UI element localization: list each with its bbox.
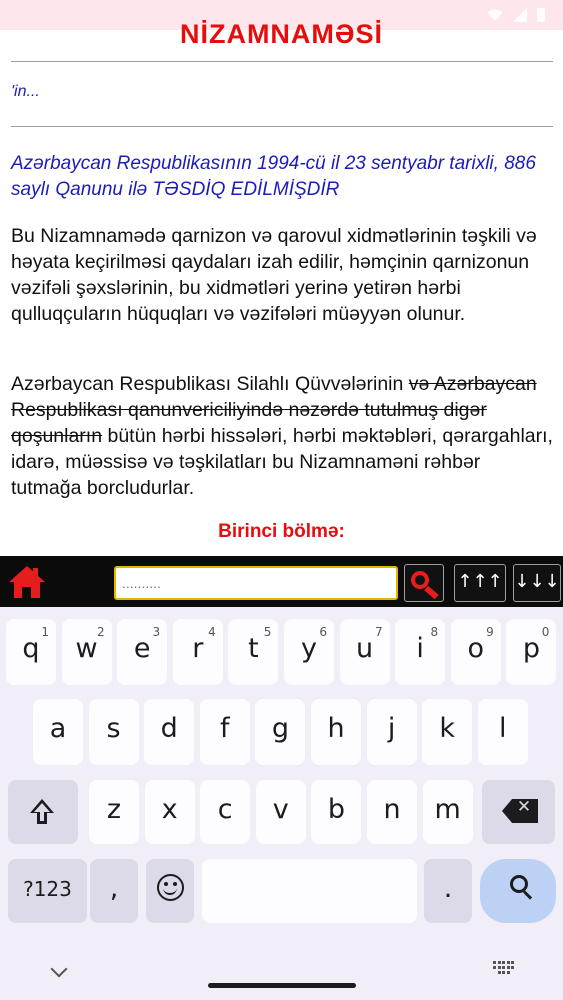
paragraph-text: Azərbaycan Respublikası Silahlı Qüvvələr… — [11, 373, 409, 395]
key-n-label: n — [383, 794, 401, 825]
key-g-label: g — [271, 713, 289, 744]
key-a-label: a — [49, 713, 67, 744]
comma-key-label: , — [109, 873, 119, 904]
key-e[interactable]: e3 — [117, 619, 168, 685]
comma-key[interactable]: , — [90, 859, 138, 923]
previous-match-button[interactable]: ↑↑↑ — [454, 564, 506, 602]
search-input[interactable] — [114, 566, 398, 600]
key-x[interactable]: x — [144, 780, 195, 844]
find-button[interactable] — [404, 564, 444, 602]
key-t[interactable]: t5 — [228, 619, 279, 685]
screen: NİZAMNAMƏSİ 'in... Azərbaycan Respublika… — [0, 0, 563, 1000]
keyboard-switch-icon[interactable] — [493, 961, 515, 975]
period-key[interactable]: . — [424, 859, 472, 923]
key-a[interactable]: a — [33, 699, 83, 765]
gesture-handle[interactable] — [208, 983, 356, 988]
key-f[interactable]: f — [199, 699, 250, 765]
key-z-label: z — [106, 794, 122, 825]
key-p[interactable]: p0 — [506, 619, 557, 685]
symbols-key-label: ?123 — [23, 877, 72, 901]
key-j-label: j — [387, 713, 396, 744]
key-i-hint: 8 — [430, 625, 439, 639]
home-button[interactable] — [9, 566, 45, 598]
hide-keyboard-chevron-icon[interactable] — [50, 960, 68, 978]
next-match-button[interactable]: ↓↓↓ — [513, 564, 561, 602]
paragraph-intro: Bu Nizamnamədə qarnizon və qarovul xidmə… — [11, 225, 537, 325]
section-heading: Birinci bölmə: — [218, 521, 345, 542]
key-d-label: d — [160, 713, 178, 744]
paragraph-scope: Azərbaycan Respublikası Silahlı Qüvvələr… — [11, 371, 556, 501]
key-z[interactable]: z — [89, 780, 139, 844]
key-u-hint: 7 — [374, 625, 383, 639]
document-author: 'in... — [11, 83, 40, 100]
document-view[interactable]: NİZAMNAMƏSİ 'in... Azərbaycan Respublika… — [0, 0, 563, 556]
key-b[interactable]: b — [311, 780, 362, 844]
shift-key[interactable] — [8, 780, 78, 844]
key-k-label: k — [439, 713, 455, 744]
key-w-hint: 2 — [96, 625, 105, 639]
soft-keyboard: q1w2e3r4t5y6u7i8o9p0 a s d f g h j k l ✕ z x c v b n m… — [0, 607, 563, 1000]
key-b-label: b — [327, 794, 345, 825]
key-s[interactable]: s — [88, 699, 139, 765]
key-c[interactable]: c — [200, 780, 251, 844]
document-title: NİZAMNAMƏSİ — [179, 19, 384, 49]
key-e-hint: 3 — [152, 625, 161, 639]
key-v-label: v — [272, 794, 289, 825]
key-y[interactable]: y6 — [284, 619, 334, 685]
key-w[interactable]: w2 — [61, 619, 112, 685]
key-x-label: x — [161, 794, 178, 825]
symbols-key[interactable]: ?123 — [8, 859, 87, 923]
search-enter-key[interactable] — [480, 859, 556, 923]
key-c-label: c — [217, 794, 233, 825]
key-v[interactable]: v — [255, 780, 306, 844]
approval-note: Azərbaycan Respublikasının 1994-cü il 23… — [11, 153, 536, 200]
key-k[interactable]: k — [422, 699, 473, 765]
divider — [11, 61, 553, 62]
key-l-label: l — [499, 713, 507, 744]
emoji-icon — [157, 874, 184, 901]
delete-key[interactable]: ✕ — [482, 780, 555, 844]
app-toolbar: ↑↑↑ ↓↓↓ — [0, 556, 563, 607]
key-h[interactable]: h — [311, 699, 361, 765]
key-m[interactable]: m — [422, 780, 473, 844]
key-g[interactable]: g — [255, 699, 306, 765]
key-t-hint: 5 — [263, 625, 272, 639]
key-r[interactable]: r4 — [172, 619, 223, 685]
key-u[interactable]: u7 — [339, 619, 390, 685]
key-y-hint: 6 — [319, 625, 327, 639]
space-key[interactable] — [202, 859, 417, 923]
key-q-hint: 1 — [41, 625, 49, 639]
key-s-label: s — [106, 713, 121, 744]
key-h-label: h — [327, 713, 345, 744]
key-f-label: f — [220, 713, 230, 744]
period-key-label: . — [443, 873, 453, 904]
key-q[interactable]: q1 — [6, 619, 56, 685]
key-i[interactable]: i8 — [395, 619, 446, 685]
divider — [11, 126, 553, 127]
navigation-bar — [0, 953, 563, 1000]
key-p-hint: 0 — [541, 625, 550, 639]
emoji-key[interactable] — [146, 859, 194, 923]
key-r-hint: 4 — [208, 625, 216, 639]
shift-icon — [29, 799, 55, 825]
key-n[interactable]: n — [367, 780, 417, 844]
key-o[interactable]: o9 — [450, 619, 501, 685]
key-o-hint: 9 — [486, 625, 494, 639]
key-l[interactable]: l — [477, 699, 528, 765]
key-m-label: m — [434, 794, 461, 825]
key-j[interactable]: j — [366, 699, 417, 765]
key-d[interactable]: d — [144, 699, 195, 765]
